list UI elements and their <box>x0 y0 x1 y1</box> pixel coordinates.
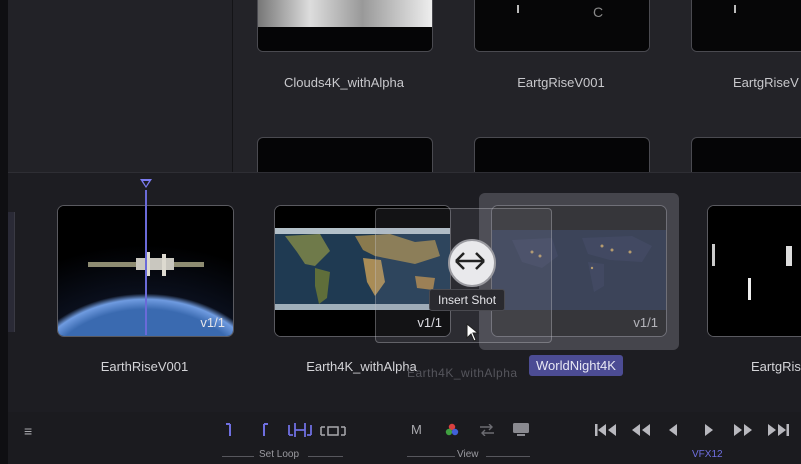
media-pool-bin-panel <box>8 0 233 172</box>
go-to-end-icon[interactable] <box>766 423 790 437</box>
timeline-clip-partial[interactable] <box>8 212 15 332</box>
play-reverse-icon[interactable] <box>667 423 679 437</box>
loop-in-icon[interactable] <box>224 422 236 438</box>
pool-clip-label: EartgRiseV001 <box>517 75 605 90</box>
play-icon[interactable] <box>703 423 715 437</box>
group-divider <box>486 456 530 457</box>
window-edge <box>0 0 8 464</box>
m-button[interactable]: M <box>411 422 422 437</box>
group-divider <box>222 456 254 457</box>
clip-version: v1/1 <box>200 315 225 330</box>
swap-icon[interactable] <box>478 424 496 436</box>
timeline-clip-eartgris[interactable] <box>707 205 801 337</box>
playhead-marker-inner <box>143 181 149 186</box>
pool-clip-thumb-eartgrise[interactable]: C <box>474 0 650 52</box>
set-loop-group-label: Set Loop <box>259 449 300 460</box>
menu-icon[interactable]: ≡ <box>24 423 32 439</box>
dragged-clip-ghost-label: Earth4K_withAlpha <box>407 366 518 380</box>
double-arrow-icon <box>455 252 485 270</box>
pool-clip-label: Clouds4K_withAlpha <box>284 75 404 90</box>
svg-text:C: C <box>593 4 603 20</box>
monitor-icon[interactable] <box>512 422 530 436</box>
group-divider <box>407 456 455 457</box>
mouse-cursor-icon <box>466 323 480 342</box>
earthrise-text-thumbnail-image <box>708 206 801 336</box>
pool-clip-label: EartgRiseV <box>733 75 799 90</box>
clouds-thumbnail-image <box>258 0 432 51</box>
timeline-clip-label-selected: WorldNight4K <box>529 355 623 376</box>
insert-shot-tooltip: Insert Shot <box>429 289 506 311</box>
go-to-start-icon[interactable] <box>594 423 618 437</box>
timeline-clip-label: EartgRis <box>751 359 801 374</box>
timeline-toolbar <box>8 412 801 464</box>
loop-clear-icon[interactable] <box>319 424 347 438</box>
group-divider <box>308 456 343 457</box>
loop-range-icon[interactable] <box>287 421 313 439</box>
pool-clip-thumb-clouds[interactable] <box>257 0 433 52</box>
timeline-clip-label: EarthRiseV001 <box>100 359 189 374</box>
insert-shot-icon <box>448 239 496 287</box>
playhead-line[interactable] <box>145 190 147 335</box>
fast-forward-icon[interactable] <box>732 423 754 437</box>
earthrise2-thumbnail-image <box>692 0 801 51</box>
rewind-icon[interactable] <box>630 423 652 437</box>
color-channels-icon[interactable] <box>444 422 460 438</box>
earthrise-thumbnail-image: C <box>475 0 649 51</box>
view-group-label: View <box>457 449 479 460</box>
pool-clip-thumb-eartgrise-2[interactable] <box>691 0 801 52</box>
loop-out-icon[interactable] <box>258 422 270 438</box>
project-label: VFX12 <box>692 449 723 460</box>
